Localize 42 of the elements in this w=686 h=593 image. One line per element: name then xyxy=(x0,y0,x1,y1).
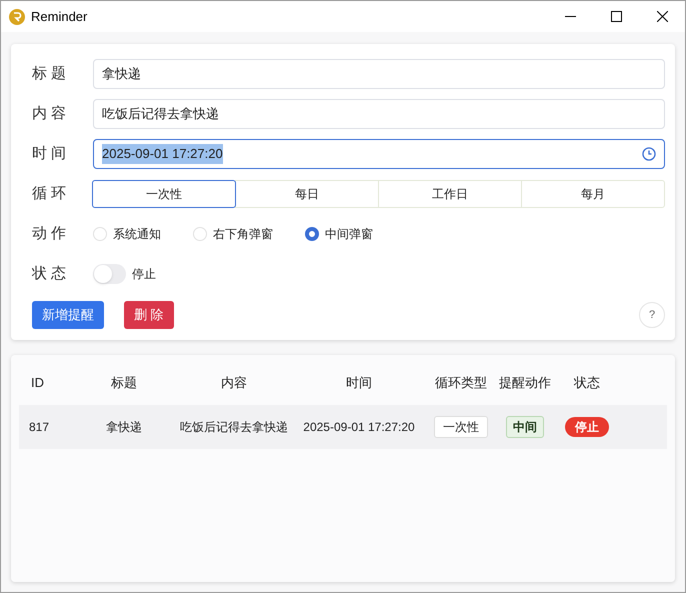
app-icon xyxy=(9,8,25,24)
field-label: 状 态 xyxy=(32,264,68,284)
segment-tab[interactable]: 工作日 xyxy=(378,180,522,208)
table-cell-text: 817 xyxy=(28,419,50,436)
repeat-tag: 一次性 xyxy=(434,416,488,438)
field-label: 标 题 xyxy=(32,64,68,84)
table-cell-text: 拿快递 xyxy=(105,419,143,436)
column-header: 内容 xyxy=(220,374,248,392)
column-header: 状态 xyxy=(572,374,601,392)
close-icon xyxy=(656,11,668,22)
column-header: 循环类型 xyxy=(434,374,488,392)
column-header: 标题 xyxy=(110,374,138,392)
radio-label: 右下角弹窗 xyxy=(213,226,273,243)
help-button[interactable]: ? xyxy=(639,302,665,328)
input-field[interactable]: 2025-09-01 17:27:20 xyxy=(93,139,665,169)
input-field[interactable]: 吃饭后记得去拿快递 xyxy=(93,99,665,129)
field-label: 动 作 xyxy=(32,224,68,244)
column-header: 时间 xyxy=(345,374,373,392)
column-header: 提醒动作 xyxy=(498,374,552,392)
toggle-switch[interactable] xyxy=(93,264,126,284)
radio-button[interactable] xyxy=(305,227,319,241)
field-label: 内 容 xyxy=(32,104,68,124)
action-tag: 中间 xyxy=(506,416,544,438)
segment-tab[interactable]: 每月 xyxy=(521,180,665,208)
field-label: 循 环 xyxy=(32,184,68,204)
table-cell-text: 吃饭后记得去拿快递 xyxy=(179,419,289,436)
maximize-icon xyxy=(610,11,622,22)
table-row[interactable]: 817 拿快递 吃饭后记得去拿快递 2025-09-01 17:27:20 一次性 中间 停止 xyxy=(19,405,667,449)
input-field[interactable]: 拿快递 xyxy=(93,59,665,89)
status-badge: 停止 xyxy=(565,417,609,437)
radio-label: 系统通知 xyxy=(113,226,161,243)
action-button[interactable]: 新增提醒 xyxy=(32,301,104,329)
table-cell-text: 2025-09-01 17:27:20 xyxy=(302,419,416,436)
segment-tab[interactable]: 一次性 xyxy=(92,180,236,208)
action-button[interactable]: 删 除 xyxy=(124,301,174,329)
column-header: ID xyxy=(30,374,45,392)
window-title: Reminder xyxy=(31,8,88,26)
toggle-label: 停止 xyxy=(132,266,156,283)
clock-icon[interactable] xyxy=(642,147,656,161)
field-label: 时 间 xyxy=(32,144,68,164)
segment-tab[interactable]: 每日 xyxy=(235,180,379,208)
radio-label: 中间弹窗 xyxy=(325,226,373,243)
